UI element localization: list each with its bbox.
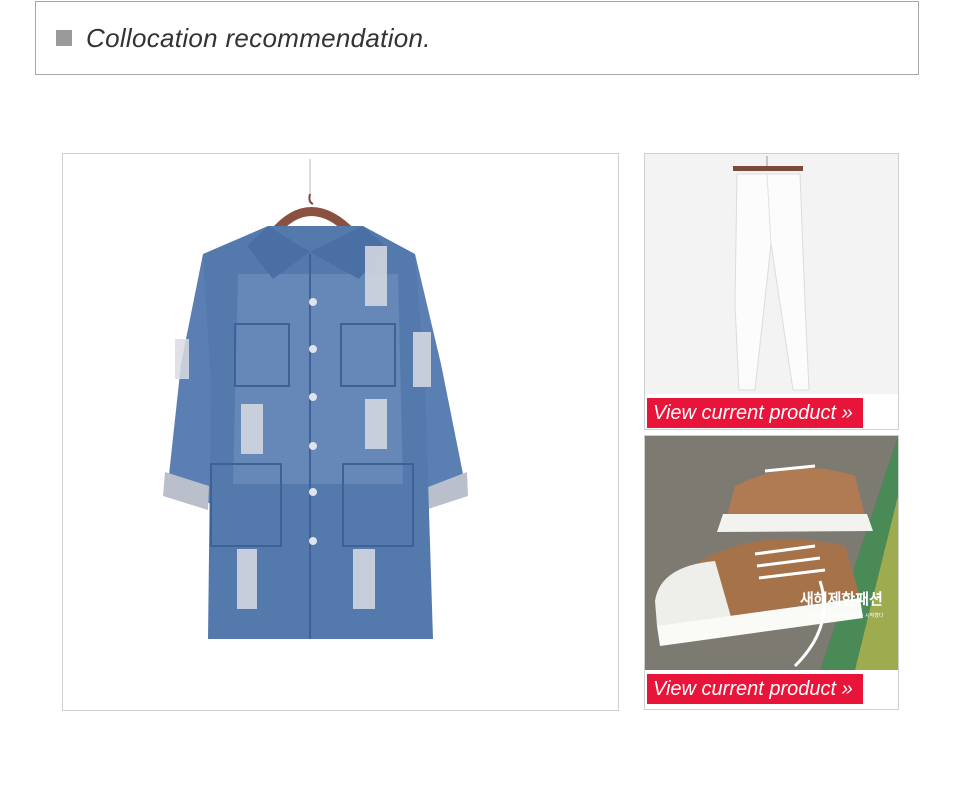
view-current-product-link[interactable]: View current product » (647, 674, 863, 704)
product-card-sneakers[interactable]: 새해제한패션 그대는 나와 자체지만 많은 시작했다 View current … (644, 435, 899, 710)
square-bullet-icon (56, 30, 72, 46)
white-pants-image (645, 154, 898, 394)
image-korean-text: 새해제한패션 (800, 590, 883, 608)
section-header: Collocation recommendation. (35, 1, 919, 75)
sneakers-image: 새해제한패션 그대는 나와 자체지만 많은 시작했다 (645, 436, 898, 670)
denim-jacket-image (163, 159, 468, 639)
main-product-card[interactable] (62, 153, 619, 711)
product-card-pants[interactable]: View current product » (644, 153, 899, 430)
section-title: Collocation recommendation. (86, 22, 431, 53)
image-korean-subtext: 그대는 나와 자체지만 많은 시작했다 (808, 612, 884, 619)
view-current-product-link[interactable]: View current product » (647, 398, 863, 428)
